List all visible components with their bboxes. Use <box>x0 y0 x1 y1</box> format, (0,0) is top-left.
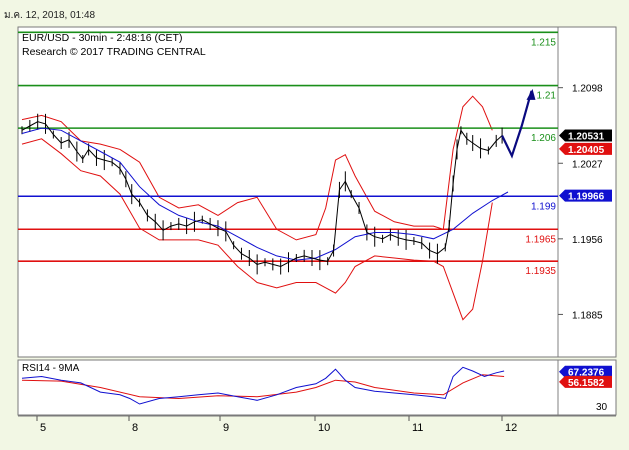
x-tick-label: 12 <box>505 422 517 434</box>
y-tick-label: 1.1885 <box>572 310 603 321</box>
level-label-1.21: 1.21 <box>537 91 557 102</box>
level-label-1.215: 1.215 <box>531 37 556 48</box>
rsi-tick-label: 30 <box>596 402 608 413</box>
main-plot-area <box>18 27 558 357</box>
x-tick-label: 5 <box>40 422 46 434</box>
level-label-1.1965: 1.1965 <box>525 234 556 245</box>
rsi-label: RSI14 - 9MA <box>22 363 80 374</box>
chart-frame: ม.ค. 12, 2018, 01:48 1.215 1.21 1.206 1.199… <box>0 0 629 450</box>
level-label-1.199: 1.199 <box>531 201 556 212</box>
x-ticks: 5 8 9 10 11 12 <box>36 416 517 434</box>
level-label-1.1935: 1.1935 <box>525 266 556 277</box>
price-tag-label: 1.20405 <box>568 145 605 156</box>
chart-svg: 1.215 1.21 1.206 1.199 1.1965 1.1935 1.2098 1.… <box>17 26 617 434</box>
x-tick-label: 10 <box>318 422 330 434</box>
rsi-tag-label: 56.1582 <box>568 378 605 389</box>
y-tick-label: 1.2027 <box>572 159 603 170</box>
x-tick-label: 11 <box>412 422 423 434</box>
price-tag-label: 1.20531 <box>568 131 605 142</box>
y-tick-label: 1.2098 <box>572 84 603 95</box>
x-tick-label: 9 <box>223 422 229 434</box>
x-tick-label: 8 <box>132 422 138 434</box>
price-tag-label: 1.19966 <box>568 192 605 203</box>
chart-subtitle: Research © 2017 TRADING CENTRAL <box>22 46 206 58</box>
chart-title: EUR/USD - 30min - 2:48:16 (CET) <box>22 32 182 44</box>
level-label-1.206: 1.206 <box>531 133 556 144</box>
y-tick-label: 1.1956 <box>572 235 603 246</box>
